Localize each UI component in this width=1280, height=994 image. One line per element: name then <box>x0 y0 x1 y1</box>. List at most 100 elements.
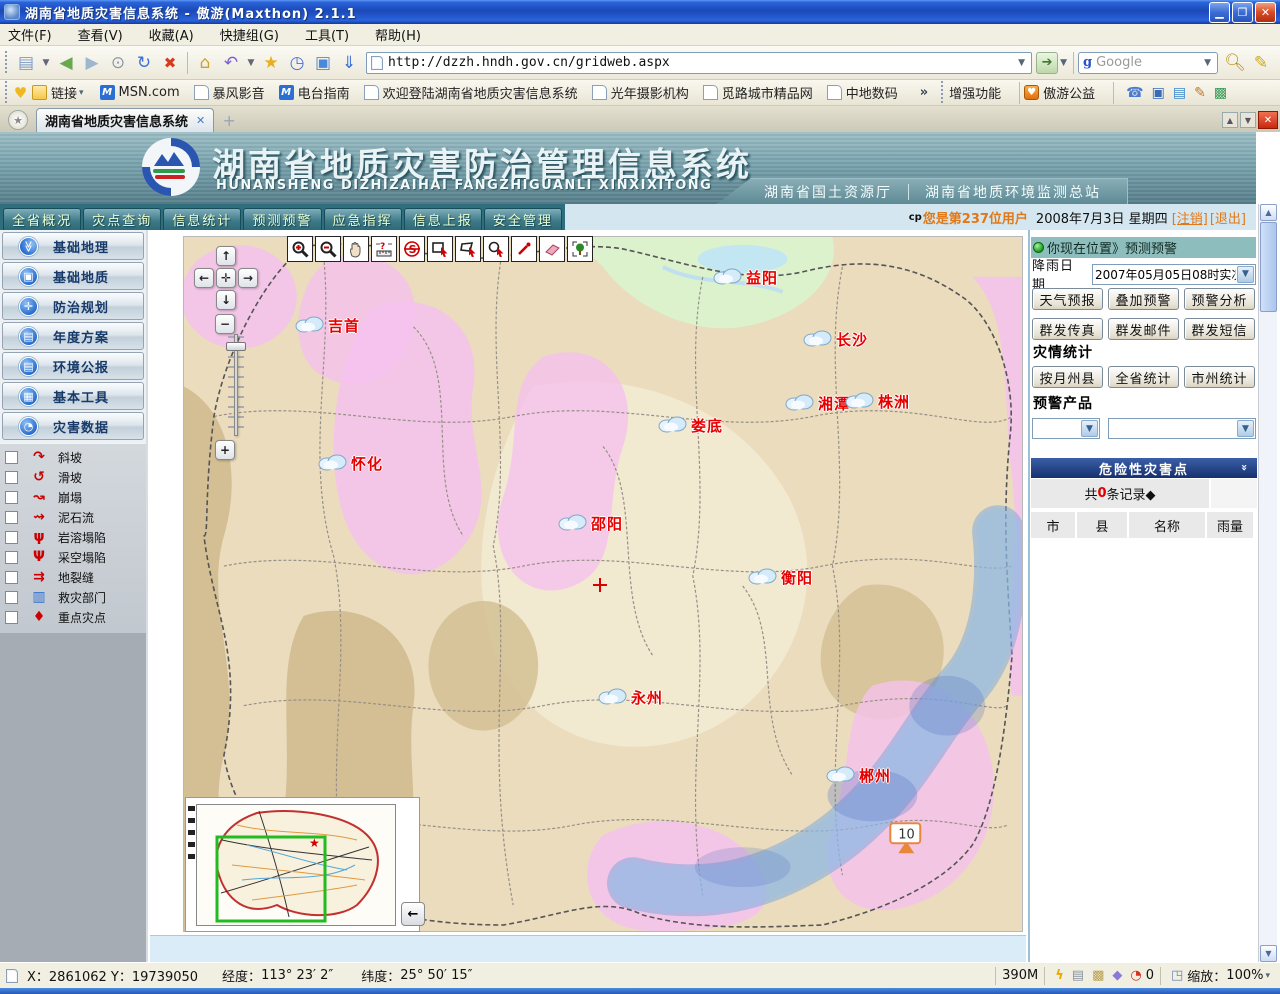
menu-item-1[interactable]: 查看(V) <box>78 23 135 46</box>
contact-icon[interactable]: ☎ <box>1126 85 1143 101</box>
panel-button-市州统计[interactable]: 市州统计 <box>1184 366 1255 388</box>
logout-link[interactable]: [注销] <box>1172 208 1208 227</box>
nav-tab-3[interactable]: 预测预警 <box>243 208 321 230</box>
scale-icon[interactable]: S <box>399 236 425 262</box>
sidebar-section-5[interactable]: ▦基本工具 <box>2 382 144 410</box>
minimize-button[interactable]: ▁ <box>1209 2 1230 23</box>
nav-tab-6[interactable]: 安全管理 <box>484 208 562 230</box>
eraser-icon[interactable] <box>539 236 565 262</box>
full-extent-icon[interactable] <box>567 236 593 262</box>
address-input[interactable]: http://dzzh.hndh.gov.cn/gridweb.aspx <box>388 55 1016 70</box>
panel-button-叠加预警[interactable]: 叠加预警 <box>1108 288 1179 310</box>
link-item-4[interactable]: 欢迎登陆湖南省地质灾害信息系统 <box>364 83 578 102</box>
zoom-in-icon[interactable] <box>287 236 313 262</box>
panel-button-预警分析[interactable]: 预警分析 <box>1184 288 1255 310</box>
nav-tab-4[interactable]: 应急指挥 <box>324 208 402 230</box>
address-dropdown-icon[interactable]: ▼ <box>1016 58 1027 68</box>
menu-item-3[interactable]: 快捷组(G) <box>220 23 291 46</box>
new-window-icon[interactable]: ▩ <box>1092 968 1104 983</box>
exit-link[interactable]: [退出] <box>1210 208 1246 227</box>
link-maxthon-charity[interactable]: ♥ 傲游公益 <box>1024 83 1095 102</box>
search-dropdown-icon[interactable]: ▼ <box>1202 58 1213 68</box>
pan-right-button[interactable]: → <box>238 268 258 288</box>
more-links-chevron[interactable]: » <box>920 85 928 100</box>
layer-checkbox[interactable] <box>5 471 18 484</box>
new-tab-button[interactable]: + <box>220 111 238 129</box>
layer-checkbox[interactable] <box>5 551 18 564</box>
panel-button-全省统计[interactable]: 全省统计 <box>1108 366 1179 388</box>
layer-checkbox[interactable] <box>5 531 18 544</box>
stop-icon[interactable]: ✖ <box>157 50 183 76</box>
chevron-down-icon[interactable]: ▼ <box>1237 266 1254 283</box>
panel-button-按月州县[interactable]: 按月州县 <box>1032 366 1103 388</box>
layer-checkbox[interactable] <box>5 491 18 504</box>
menu-item-4[interactable]: 工具(T) <box>305 23 361 46</box>
org-link-2[interactable]: 湖南省地质环境监测总站 <box>925 182 1101 202</box>
lightning-icon[interactable]: ϟ <box>1055 968 1064 983</box>
menu-item-5[interactable]: 帮助(H) <box>375 23 433 46</box>
link-item-7[interactable]: 中地数码 <box>827 83 898 102</box>
layer-checkbox[interactable] <box>5 451 18 464</box>
undo-icon[interactable]: ↶ <box>218 50 244 76</box>
blocked-count-icon[interactable]: ◔ <box>1130 968 1141 983</box>
nav-tab-2[interactable]: 信息统计 <box>163 208 241 230</box>
vertical-scrollbar[interactable]: ▲ ▼ <box>1258 204 1277 962</box>
printer-icon[interactable]: ▤ <box>1072 968 1084 983</box>
chevrons-icon[interactable]: » <box>1238 463 1251 472</box>
link-item-0[interactable]: 链接▾ <box>32 83 86 102</box>
close-button[interactable]: ✕ <box>1255 2 1276 23</box>
panel-button-群发邮件[interactable]: 群发邮件 <box>1108 318 1179 340</box>
layer-checkbox[interactable] <box>5 571 18 584</box>
sidebar-section-3[interactable]: ▤年度方案 <box>2 322 144 350</box>
search-icon[interactable]: 🔍︎ <box>1222 50 1248 76</box>
tab-scroll-down-icon[interactable]: ▼ <box>1240 112 1256 128</box>
nav-tab-5[interactable]: 信息上报 <box>404 208 482 230</box>
search-input[interactable]: Google <box>1096 55 1202 70</box>
search-box[interactable]: g Google ▼ <box>1078 52 1218 74</box>
chevron-down-icon[interactable]: ▼ <box>1237 420 1254 437</box>
notebook-icon[interactable]: ▤ <box>1173 85 1186 101</box>
zoom-slider-handle[interactable] <box>226 342 246 351</box>
link-item-6[interactable]: 觅路城市精品网 <box>703 83 813 102</box>
layer-checkbox[interactable] <box>5 511 18 524</box>
highlighter-icon[interactable]: ✎ <box>1248 50 1274 76</box>
zoom-out-button[interactable]: − <box>215 314 235 334</box>
pan-left-button[interactable]: ← <box>194 268 214 288</box>
download-icon[interactable]: ⇓ <box>336 50 362 76</box>
resize-icon[interactable]: ◳ <box>1171 968 1183 983</box>
tab-scroll-up-icon[interactable]: ▲ <box>1222 112 1238 128</box>
new-page-icon[interactable]: ▤ <box>13 50 39 76</box>
org-link-1[interactable]: 湖南省国土资源厅 <box>764 182 892 202</box>
home-icon[interactable]: ⌂ <box>192 50 218 76</box>
tab-active[interactable]: 湖南省地质灾害信息系统 ✕ <box>36 108 214 132</box>
danger-points-header[interactable]: 危险性灾害点 » <box>1031 458 1257 478</box>
pan-icon[interactable] <box>343 236 369 262</box>
address-bar[interactable]: http://dzzh.hndh.gov.cn/gridweb.aspx ▼ <box>366 52 1032 74</box>
rain-date-select[interactable]: 2007年05月05日08时实况 ▼ <box>1092 264 1256 285</box>
pan-center-button[interactable]: ✛ <box>216 268 236 288</box>
measure-icon[interactable]: ? <box>371 236 397 262</box>
select-circle-icon[interactable] <box>483 236 509 262</box>
brush-icon[interactable]: ✎ <box>1194 85 1206 101</box>
panel-button-群发短信[interactable]: 群发短信 <box>1184 318 1255 340</box>
back-icon[interactable]: ◀ <box>53 50 79 76</box>
link-enhance[interactable]: 增强功能 <box>949 83 1001 102</box>
panel-button-天气预报[interactable]: 天气预报 <box>1032 288 1103 310</box>
go-dropdown-icon[interactable]: ▼ <box>1058 58 1069 68</box>
panel-button-群发传真[interactable]: 群发传真 <box>1032 318 1103 340</box>
cube-icon[interactable]: ▩ <box>1214 85 1227 101</box>
scroll-up-icon[interactable]: ▲ <box>1260 204 1277 221</box>
diamond-icon[interactable]: ◆ <box>1112 968 1122 983</box>
sidebar-section-2[interactable]: ✛防治规划 <box>2 292 144 320</box>
zoom-dropdown-icon[interactable]: ▾ <box>1263 971 1272 981</box>
close-tab-button[interactable]: ✕ <box>1258 111 1278 129</box>
dropdown-arrow-icon[interactable]: ▼ <box>244 50 258 76</box>
overview-map-image[interactable]: ★ <box>196 804 396 926</box>
select-rect-icon[interactable] <box>427 236 453 262</box>
sidebar-section-6[interactable]: ◔灾害数据 <box>2 412 144 440</box>
product-select-1[interactable]: ▼ <box>1032 418 1100 439</box>
dropdown-icon[interactable]: ⊙ <box>105 50 131 76</box>
scroll-down-icon[interactable]: ▼ <box>1260 945 1277 962</box>
draw-point-icon[interactable] <box>511 236 537 262</box>
nav-tab-1[interactable]: 灾点查询 <box>83 208 161 230</box>
